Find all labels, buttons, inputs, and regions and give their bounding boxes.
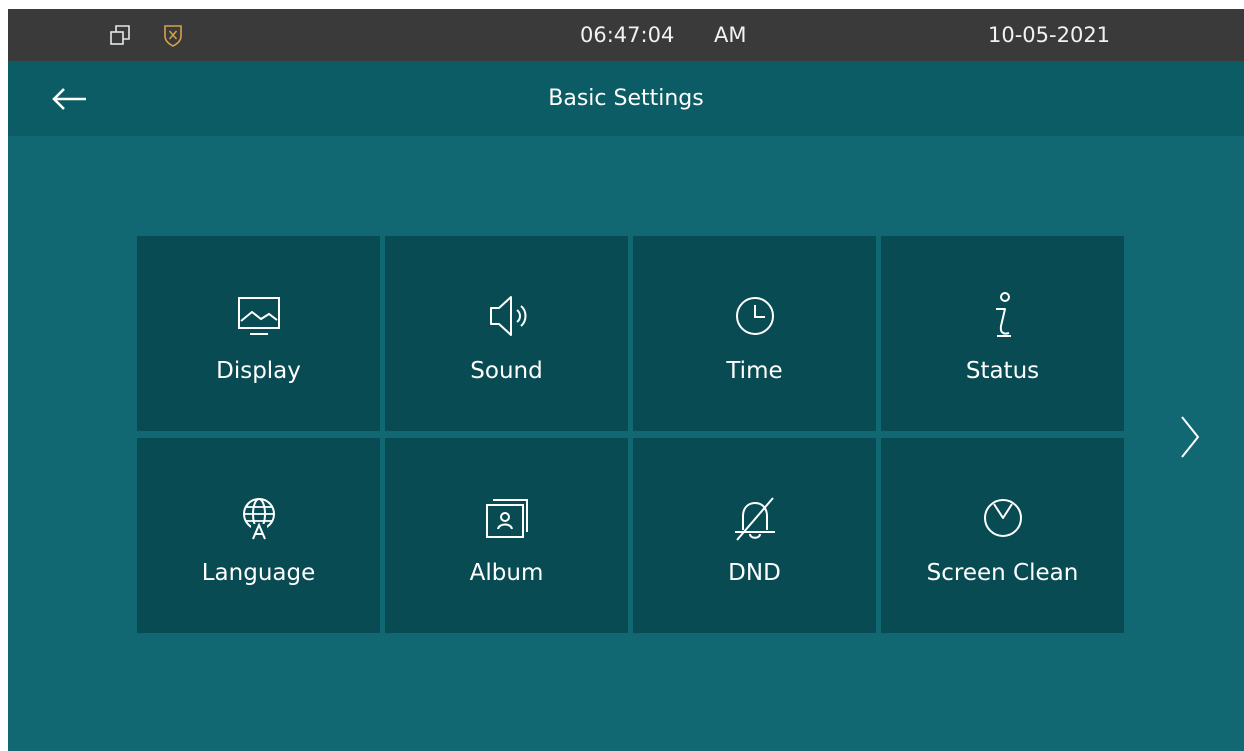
tile-status[interactable]: Status [881, 236, 1124, 431]
tile-album[interactable]: Album [385, 438, 628, 633]
speaker-icon [489, 296, 526, 336]
status-time: 06:47:04 [580, 23, 675, 47]
back-button[interactable] [42, 77, 90, 121]
tile-sound[interactable]: Sound [385, 236, 628, 431]
status-period: AM [714, 23, 747, 47]
tile-label: DND [728, 560, 781, 586]
tile-screen-clean[interactable]: Screen Clean [881, 438, 1124, 633]
tile-time[interactable]: Time [633, 236, 876, 431]
tile-label: Sound [470, 358, 543, 384]
chevron-right-icon [1181, 416, 1200, 458]
display-icon [237, 297, 280, 335]
bell-off-icon [734, 497, 775, 541]
tile-label: Language [201, 560, 316, 586]
globe-icon [242, 498, 275, 540]
info-icon [995, 292, 1011, 337]
tile-label: Screen Clean [926, 560, 1079, 586]
tile-label: Time [726, 358, 783, 384]
tile-label: Status [965, 358, 1040, 384]
status-date: 10-05-2021 [988, 23, 1111, 47]
timer-icon [983, 499, 1022, 537]
settings-grid: Display Sound Time Status Language Album… [137, 236, 1125, 633]
next-page-button[interactable] [1176, 409, 1204, 465]
clock-icon [735, 297, 774, 335]
page-title: Basic Settings [548, 86, 704, 111]
album-icon [485, 499, 528, 538]
settings-screen: 06:47:04 AM 10-05-2021 Basic Settings Di… [8, 9, 1244, 751]
tile-label: Display [216, 358, 301, 384]
tile-language[interactable]: Language [137, 438, 380, 633]
tile-display[interactable]: Display [137, 236, 380, 431]
status-bar: 06:47:04 AM 10-05-2021 [8, 9, 1244, 61]
arrow-left-icon [52, 88, 86, 110]
shield-icon [164, 25, 182, 47]
tile-dnd[interactable]: DND [633, 438, 876, 633]
tile-label: Album [469, 560, 544, 586]
header-bar: Basic Settings [8, 61, 1244, 136]
window-icon [110, 25, 130, 45]
